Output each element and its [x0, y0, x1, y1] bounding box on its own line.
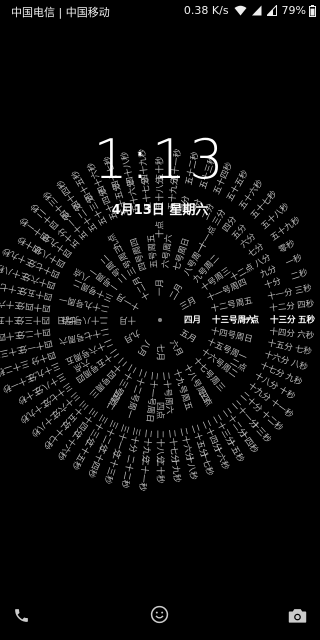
clock-label-second: 四秒	[297, 298, 316, 311]
clock-label-second: 三十七秒	[0, 279, 26, 297]
clock-label-second: 十秒	[277, 384, 298, 402]
clock-center-dot	[158, 318, 162, 322]
clock-label-hour-current: 一点	[242, 315, 260, 326]
clock-label-hour: 十一点	[196, 224, 219, 252]
clock-label-minute: 十二分	[269, 300, 296, 314]
clock-label-second: 二十秒	[155, 458, 166, 484]
clock-label-second: 零秒	[277, 237, 298, 255]
clock-label-second: 八秒	[290, 357, 310, 373]
clock-label-second: 三十五秒	[0, 315, 22, 326]
clock-label-second: 二十一秒	[136, 457, 151, 492]
clock-ring-month: 一月 二月三月四月五月六月七月八月九月十月 十一月十二月	[114, 274, 201, 361]
lock-date: 4月13日 星期六	[111, 203, 209, 218]
clock-label-month: 十月	[119, 315, 136, 326]
clock-label-minute-current: 十三分	[270, 315, 296, 326]
clock-label-second: 三十三秒	[0, 343, 26, 361]
clock-label-second: 二十二秒	[119, 454, 137, 490]
clock-label-hour: 十点	[155, 220, 166, 238]
clock-ring-day: 一号周一二号周二三号周三四号周四五号周五 六号周六七号周日八号周一九号周二十号周三…	[57, 233, 255, 423]
text-clock-wallpaper: 一月 二月三月四月五月六月七月八月九月十月 十一月十二月一号周一二号周二三号周三四号…	[0, 148, 316, 492]
clock-label-month: 十二月	[130, 274, 152, 302]
clock-label-minute: 十四分	[269, 326, 296, 340]
clock-label-second: 二秒	[290, 267, 310, 283]
clock-label-second: 六秒	[297, 329, 316, 342]
clock-label-second: 七秒	[294, 343, 313, 357]
clock-label-second: 三十六秒	[0, 296, 23, 311]
clock-label-hour: 七点	[60, 315, 78, 325]
clock-label-second: 三十四秒	[0, 329, 23, 344]
clock-label-month: 一月	[156, 279, 166, 296]
phone-icon[interactable]	[13, 607, 30, 628]
clock-label-month: 九月	[122, 327, 142, 344]
clock-label-month: 十一月	[114, 290, 142, 312]
clock-label-month: 五月	[178, 328, 198, 345]
clock-label-hour: 四点	[155, 402, 165, 420]
clock-label-second: 十九秒	[169, 457, 183, 484]
clock-label-second: 十八秒	[183, 454, 199, 482]
clock-label-hour: 九点	[106, 231, 123, 251]
clock-label-month: 八月	[135, 338, 152, 358]
clock-label-month-current: 四月	[184, 316, 201, 326]
clock-label-month: 七月	[155, 344, 165, 361]
clock-label-second: 九秒	[284, 371, 304, 388]
lock-time: 1:13	[93, 128, 227, 191]
camera-icon[interactable]	[288, 607, 307, 628]
clock-label-second: 三秒	[294, 282, 313, 296]
clock-label-second: 十七秒	[197, 450, 215, 478]
clock-label-month: 六月	[167, 338, 185, 358]
clock-label-hour: 三点	[196, 389, 213, 409]
clock-label-month: 二月	[168, 282, 185, 302]
clock-label-month: 三月	[179, 296, 199, 313]
smiley-icon[interactable]	[150, 605, 169, 628]
clock-label-second-current: 五秒	[298, 315, 316, 326]
clock-label-second: 一秒	[284, 252, 304, 269]
